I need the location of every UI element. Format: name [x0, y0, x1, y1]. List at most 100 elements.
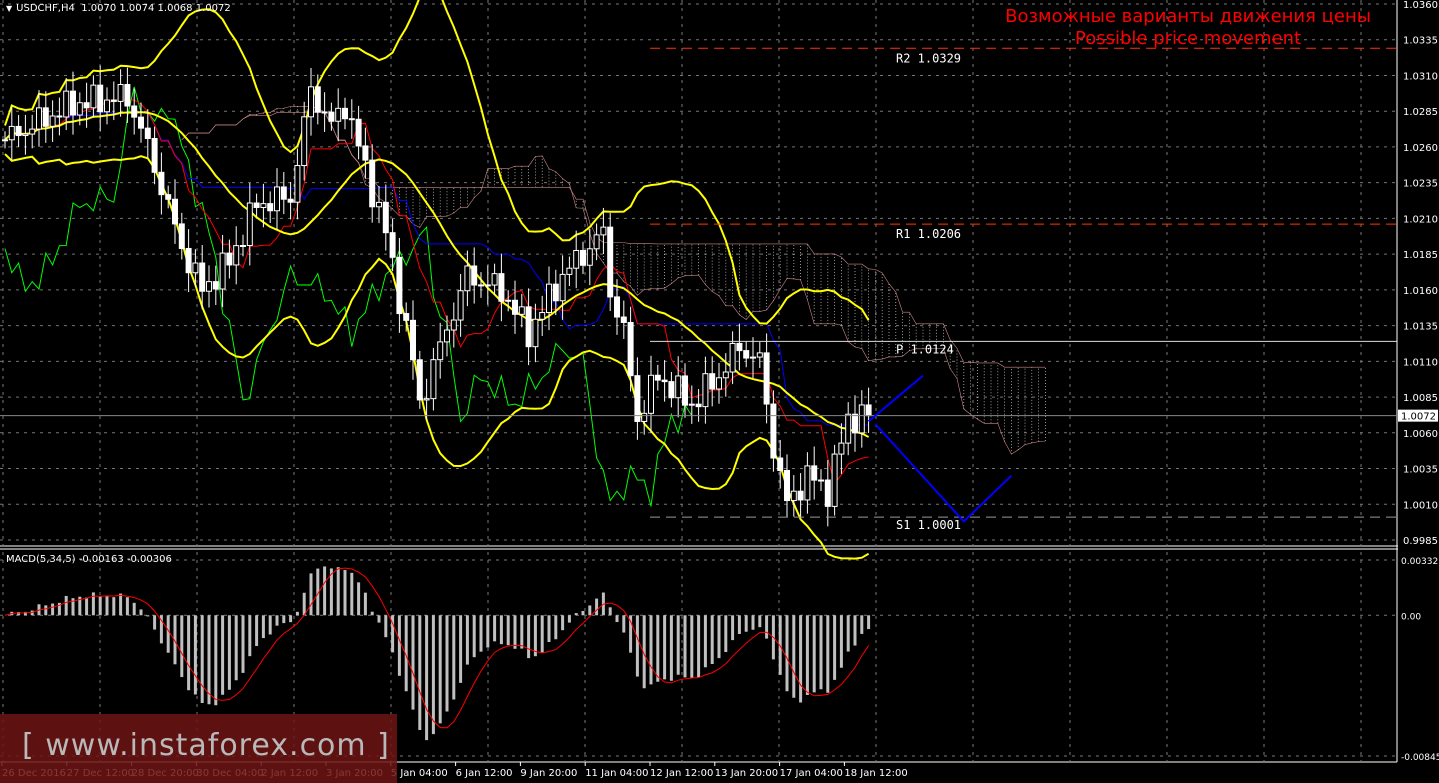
- candle-body: [348, 118, 355, 121]
- candle-body: [362, 145, 369, 161]
- candle-body: [382, 201, 389, 234]
- candle-body: [661, 379, 668, 383]
- candle-body: [172, 198, 178, 225]
- candle-body: [36, 107, 42, 130]
- candle-body: [240, 244, 246, 247]
- candle-body: [403, 313, 410, 321]
- candle-body: [308, 86, 314, 118]
- time-tick-label: 5 Jan 04:00: [391, 768, 448, 779]
- watermark-text: [ www.instaforex.com ]: [22, 728, 390, 763]
- dropdown-triangle-icon[interactable]: ▼: [6, 4, 12, 13]
- candle-body: [212, 281, 219, 290]
- annotation-ru: Возможные варианты движения цены: [1005, 6, 1371, 27]
- candle-body: [199, 262, 206, 292]
- time-tick-label: 18 Jan 12:00: [844, 768, 907, 779]
- candle-body: [580, 249, 586, 266]
- candle-body: [178, 223, 185, 249]
- candle-body: [770, 403, 777, 459]
- candle-body: [49, 115, 56, 127]
- price-tick-label: 1.0060: [1403, 429, 1438, 440]
- candle-body: [267, 203, 274, 212]
- candle-body: [314, 86, 321, 113]
- candle-body: [811, 465, 818, 481]
- macd-header: MACD(5,34,5) -0.00163 -0.00306: [6, 554, 172, 565]
- candle-body: [260, 203, 267, 208]
- candle-body: [423, 398, 430, 401]
- candle-body: [437, 341, 444, 361]
- chart-annotation: Возможные варианты движения цены Possible…: [1005, 6, 1371, 50]
- price-tick-label: 1.0210: [1403, 214, 1438, 225]
- candle-body: [253, 202, 260, 208]
- price-tick-label: 1.0135: [1403, 322, 1438, 333]
- candle-body: [620, 316, 627, 323]
- candle-body: [675, 375, 682, 399]
- candle-body: [709, 373, 716, 390]
- candle-body: [342, 107, 348, 120]
- candle-body: [185, 247, 192, 274]
- candle-body: [219, 252, 226, 290]
- candle-body: [648, 374, 654, 414]
- candle-body: [743, 350, 750, 359]
- candle-body: [335, 107, 342, 122]
- candle-body: [97, 84, 104, 113]
- candle-body: [192, 262, 199, 274]
- candle-body: [491, 273, 498, 286]
- macd-tick-label: 0.00: [1401, 612, 1421, 622]
- candle-body: [104, 99, 110, 113]
- candle-body: [573, 249, 580, 269]
- candle-body: [90, 84, 97, 109]
- candle-body: [450, 319, 457, 331]
- candle-body: [668, 381, 675, 399]
- candle-body: [532, 318, 539, 348]
- candle-body: [355, 118, 362, 147]
- candle-body: [246, 202, 253, 246]
- candle-body: [410, 319, 416, 361]
- time-tick-label: 12 Jan 12:00: [650, 768, 713, 779]
- candle-body: [505, 299, 512, 302]
- pivot-label-P: P 1.0124: [896, 342, 954, 356]
- candle-body: [158, 171, 165, 196]
- candle-body: [274, 186, 280, 212]
- time-tick-label: 11 Jan 04:00: [585, 768, 648, 779]
- candle-body: [654, 374, 661, 381]
- candle-body: [763, 352, 770, 405]
- price-tick-label: 1.0335: [1403, 36, 1438, 47]
- candle-body: [294, 165, 301, 203]
- candle-body: [457, 290, 464, 321]
- macd-signal-line: [4, 567, 870, 729]
- candle-body: [444, 329, 450, 343]
- price-tick-label: 1.0285: [1403, 107, 1438, 118]
- candle-body: [301, 116, 308, 167]
- candle-body: [729, 342, 736, 373]
- candle-body: [8, 125, 15, 141]
- candle-body: [627, 321, 634, 377]
- candle-body: [695, 403, 702, 408]
- ohlc-values: 1.0070 1.0074 1.0068 1.0072: [81, 3, 231, 14]
- price-tick-label: 1.0110: [1403, 357, 1438, 368]
- candle-body: [682, 375, 688, 406]
- candle-body: [29, 128, 36, 135]
- candle-body: [525, 306, 532, 348]
- price-tick-label: 1.0260: [1403, 143, 1438, 154]
- price-tick-label: 1.0085: [1403, 393, 1438, 404]
- pivot-label-S1: S1 1.0001: [896, 518, 961, 532]
- bollinger-middle: [4, 111, 870, 438]
- price-chart[interactable]: 1.0360 1.0335 1.0310 1.0285 1.0260 1.0235 1.02…: [0, 0, 1439, 783]
- candle-body: [831, 453, 838, 507]
- candle-body: [512, 299, 518, 315]
- time-tick-label: 6 Jan 12:00: [456, 768, 513, 779]
- candle-body: [376, 201, 382, 208]
- symbol-label: USDCHF,H4: [16, 3, 75, 14]
- candle-body: [70, 90, 76, 116]
- candle-body: [600, 226, 607, 236]
- candle-body: [42, 107, 49, 127]
- candle-body: [852, 413, 858, 434]
- candle-body: [117, 84, 124, 102]
- candle-body: [226, 252, 233, 266]
- candle-body: [641, 412, 648, 422]
- candle-body: [756, 352, 763, 358]
- chart-header: ▼ USDCHF,H4 1.0070 1.0074 1.0068 1.0072: [6, 3, 231, 14]
- candle-body: [396, 256, 403, 315]
- candle-body: [110, 99, 117, 102]
- candle-body: [546, 283, 552, 314]
